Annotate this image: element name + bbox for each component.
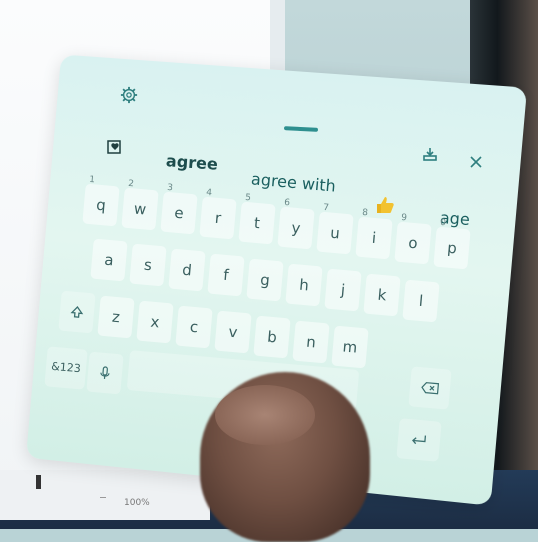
key-z[interactable]: z [97, 296, 134, 339]
key-j[interactable]: j [324, 269, 361, 312]
key-m[interactable]: m [331, 326, 368, 369]
enter-key[interactable] [396, 418, 441, 462]
close-icon[interactable] [469, 155, 483, 169]
clipboard-icon[interactable] [106, 138, 124, 156]
key-l[interactable]: l [402, 280, 439, 323]
key-g[interactable]: g [246, 259, 283, 302]
backspace-key[interactable] [408, 366, 451, 409]
zoom-level: 100% [124, 498, 150, 508]
thumbs-up-emoji-icon[interactable] [374, 195, 396, 215]
zoom-minus-icon[interactable] [100, 497, 106, 498]
shift-key[interactable] [58, 291, 95, 334]
key-x[interactable]: x [136, 301, 173, 344]
dock-icon[interactable] [422, 146, 438, 162]
status-bar [0, 470, 210, 520]
key-e[interactable]: 3e [160, 192, 197, 235]
gear-icon[interactable] [120, 86, 138, 104]
key-n[interactable]: n [292, 321, 329, 364]
key-p[interactable]: 0p [433, 227, 470, 270]
key-q[interactable]: 1q [82, 184, 119, 227]
key-r[interactable]: 4r [199, 197, 236, 240]
key-c[interactable]: c [175, 306, 212, 349]
key-w[interactable]: 2w [121, 188, 158, 231]
key-b[interactable]: b [253, 316, 290, 359]
key-u[interactable]: 7u [316, 212, 353, 255]
key-v[interactable]: v [214, 311, 251, 354]
key-a[interactable]: a [90, 239, 127, 282]
mic-icon [99, 366, 110, 381]
key-t[interactable]: 5t [238, 202, 275, 245]
key-f[interactable]: f [207, 254, 244, 297]
key-d[interactable]: d [168, 249, 205, 292]
mic-key[interactable] [86, 352, 123, 395]
key-h[interactable]: h [285, 264, 322, 307]
key-o[interactable]: 9o [394, 222, 431, 265]
key-i[interactable]: 8i [355, 217, 392, 260]
numbers-key[interactable]: &123 [44, 346, 87, 389]
battery-icon [36, 475, 41, 489]
backspace-icon [421, 381, 440, 395]
key-k[interactable]: k [363, 274, 400, 317]
suggestion-1[interactable]: agree [165, 151, 218, 174]
key-y[interactable]: 6y [277, 207, 314, 250]
shift-icon [69, 304, 84, 319]
enter-icon [411, 433, 428, 446]
user-fingertip [215, 385, 315, 445]
key-s[interactable]: s [129, 244, 166, 287]
